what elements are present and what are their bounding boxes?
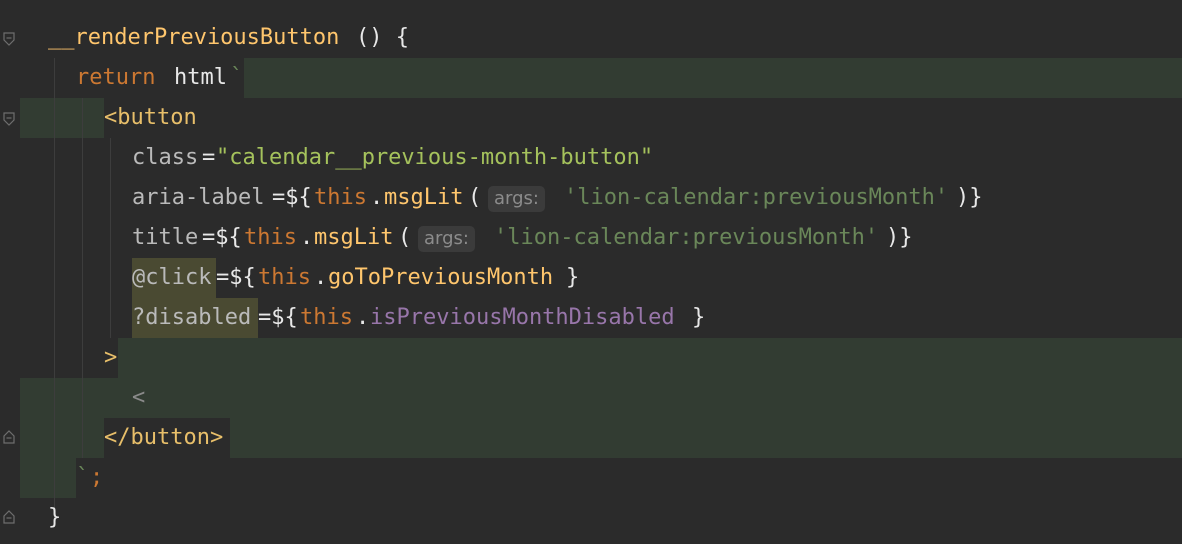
code-line-10[interactable]: < bbox=[20, 378, 1182, 418]
code-line-4[interactable]: class = "calendar__previous-month-button… bbox=[20, 138, 1182, 178]
method-signature: () { bbox=[356, 25, 409, 50]
interpolation-close: )} bbox=[956, 185, 983, 210]
interpolation-open: =${ bbox=[272, 185, 312, 210]
template-backtick: ` bbox=[230, 65, 244, 90]
parameter-hint: args: bbox=[488, 186, 545, 212]
tag-function: html bbox=[174, 65, 227, 90]
this-keyword: this bbox=[258, 265, 311, 290]
interpolation-open: =${ bbox=[202, 225, 242, 250]
code-line-8[interactable]: ?disabled =${ this . isPreviousMonthDisa… bbox=[20, 298, 1182, 338]
interpolation-open: =${ bbox=[258, 305, 298, 330]
method-reference: goToPreviousMonth bbox=[328, 265, 554, 290]
property-reference: isPreviousMonthDisabled bbox=[370, 305, 675, 330]
code-line-2[interactable]: return html ` bbox=[20, 58, 1182, 98]
fold-collapse-icon[interactable] bbox=[3, 112, 15, 126]
parameter-hint: args: bbox=[418, 226, 475, 252]
code-line-3[interactable]: <button bbox=[20, 98, 1182, 138]
method-call: msgLit bbox=[384, 185, 464, 210]
method-name: __renderPreviousButton bbox=[48, 25, 340, 50]
fold-end-icon[interactable] bbox=[3, 510, 15, 524]
method-call: msgLit bbox=[314, 225, 394, 250]
this-keyword: this bbox=[314, 185, 367, 210]
attribute-name: class bbox=[132, 145, 199, 170]
template-backtick: ` bbox=[76, 465, 90, 490]
attribute-name: title bbox=[132, 225, 199, 250]
code-line-12[interactable]: ` ; bbox=[20, 458, 1182, 498]
code-line-13[interactable]: } bbox=[20, 498, 1182, 538]
attribute-value: "calendar__previous-month-button" bbox=[216, 145, 654, 170]
code-line-11[interactable]: </button> bbox=[20, 418, 1182, 458]
boolean-binding-name: ?disabled bbox=[132, 305, 252, 330]
code-line-5[interactable]: aria-label =${ this . msgLit ( args: 'li… bbox=[20, 178, 1182, 218]
interpolation-close: } bbox=[692, 305, 706, 330]
code-editor[interactable]: __renderPreviousButton () { return html … bbox=[0, 0, 1182, 544]
fold-collapse-icon[interactable] bbox=[3, 32, 15, 46]
this-keyword: this bbox=[244, 225, 297, 250]
interpolation-open: =${ bbox=[216, 265, 256, 290]
fold-end-icon[interactable] bbox=[3, 430, 15, 444]
equals-sign: = bbox=[202, 145, 216, 170]
code-line-7[interactable]: @click =${ this . goToPreviousMonth } bbox=[20, 258, 1182, 298]
button-close-tag: </button> bbox=[104, 425, 224, 450]
return-keyword: return bbox=[76, 65, 156, 90]
editor-gutter bbox=[0, 0, 20, 544]
interpolation-close: )} bbox=[886, 225, 913, 250]
dot: . bbox=[300, 225, 314, 250]
code-line-6[interactable]: title =${ this . msgLit ( args: 'lion-ca… bbox=[20, 218, 1182, 258]
button-open-tag: <button bbox=[104, 105, 197, 130]
this-keyword: this bbox=[300, 305, 353, 330]
string-argument: 'lion-calendar:previousMonth' bbox=[564, 185, 949, 210]
tag-close-bracket: > bbox=[104, 345, 118, 370]
closing-brace: } bbox=[48, 505, 62, 530]
dot: . bbox=[356, 305, 370, 330]
code-line-9[interactable]: > bbox=[20, 338, 1182, 378]
interpolation-close: } bbox=[566, 265, 580, 290]
semicolon: ; bbox=[90, 465, 104, 490]
dot: . bbox=[370, 185, 384, 210]
dot: . bbox=[314, 265, 328, 290]
code-line-1[interactable]: __renderPreviousButton () { bbox=[20, 18, 1182, 58]
attribute-name: aria-label bbox=[132, 185, 265, 210]
paren-open: ( bbox=[468, 185, 482, 210]
paren-open: ( bbox=[398, 225, 412, 250]
button-content: < bbox=[132, 385, 146, 410]
event-binding-name: @click bbox=[132, 265, 212, 290]
string-argument: 'lion-calendar:previousMonth' bbox=[494, 225, 879, 250]
